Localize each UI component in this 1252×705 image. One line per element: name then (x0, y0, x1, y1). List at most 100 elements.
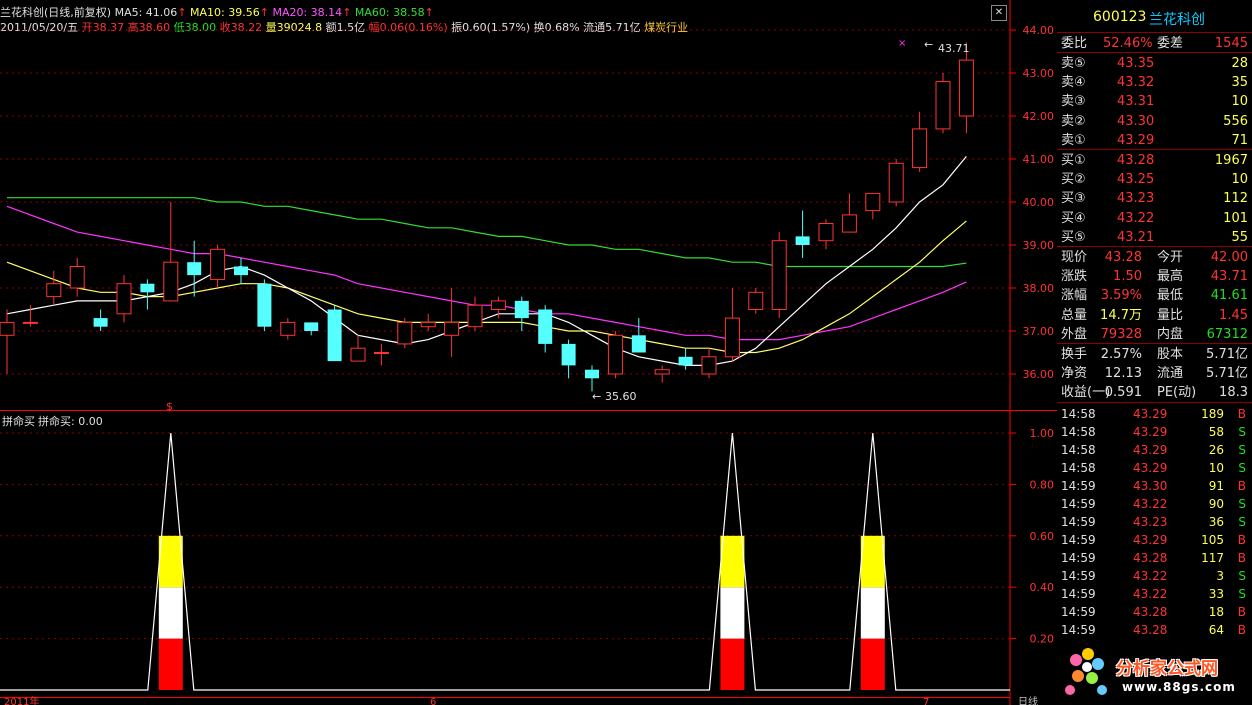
buy-volume: 101 (1223, 210, 1248, 226)
price-tick-label: 43.00 (1023, 67, 1055, 80)
panel-divider (1057, 52, 1252, 53)
trade-price: 43.23 (1133, 515, 1168, 529)
candle-body (678, 356, 693, 366)
trade-volume: 26 (1208, 443, 1224, 457)
buy-price: 43.25 (1117, 172, 1155, 188)
stock-code: 600123 (1093, 9, 1147, 25)
trade-volume: 64 (1208, 623, 1224, 637)
ma5-line (6, 156, 967, 366)
cross-marker: × (898, 38, 906, 49)
candle-body (724, 317, 740, 358)
signal-band (860, 638, 885, 690)
trade-side: B (1237, 551, 1246, 565)
sell-price: 43.31 (1117, 94, 1155, 110)
buy-volume: 112 (1223, 191, 1248, 207)
sell-level-label: 卖② (1061, 113, 1086, 129)
fund-value: 0.591 (1104, 385, 1142, 401)
buy-price: 43.22 (1117, 210, 1155, 226)
quote-label: 总量 (1061, 307, 1088, 323)
high-label: 43.71 (938, 42, 970, 55)
quote-row: 总量 14.7万 量比 1.45 (1061, 306, 1250, 325)
quote-row: 外盘 79328 内盘 67312 (1061, 325, 1250, 344)
sell-row: 卖② 43.30 556 (1061, 112, 1250, 131)
sell-level-label: 卖③ (1061, 94, 1086, 110)
trade-volume: 58 (1208, 425, 1224, 439)
low-label: 35.60 (605, 390, 637, 403)
candle-body (490, 300, 506, 310)
price-tick-label: 38.00 (1023, 282, 1055, 295)
buy-row: 买② 43.25 10 (1061, 170, 1250, 189)
signal-band (720, 638, 745, 690)
quote-label: 内盘 (1157, 326, 1184, 342)
watermark-logo: 分析家公式网 www.88gs.com (1058, 640, 1252, 705)
buy-row: 买③ 43.23 112 (1061, 189, 1250, 208)
high-arrow: ← (924, 38, 933, 51)
quote-value: 14.7万 (1100, 307, 1142, 323)
sell-volume: 28 (1231, 56, 1248, 71)
trade-price: 43.30 (1133, 479, 1168, 493)
price-ticks: 44.00 43.00 42.00 41.00 40.00 39.00 38.00 37.00… (1010, 24, 1054, 381)
buy-level-label: 买④ (1061, 210, 1086, 226)
quote-label: 最低 (1157, 288, 1184, 304)
candle-body (257, 283, 272, 327)
buy-level-label: 买⑤ (1061, 229, 1086, 245)
trade-price: 43.22 (1133, 569, 1168, 583)
candle-body (140, 283, 155, 293)
candle-body (748, 291, 764, 310)
trade-time: 14:59 (1061, 551, 1096, 565)
trade-volume: 90 (1208, 497, 1224, 511)
signal-band (158, 638, 183, 690)
panel-divider (1057, 246, 1252, 247)
candle-body (771, 240, 787, 310)
indicator-tick-label: 0.40 (1030, 581, 1055, 594)
trade-row: 14:59 43.22 3 S (1061, 567, 1250, 585)
sell-level-label: 卖④ (1061, 75, 1086, 91)
trade-volume: 10 (1208, 461, 1224, 475)
fund-label: 净资 (1061, 366, 1088, 382)
sell-price: 43.30 (1117, 113, 1155, 129)
price-tick-label: 41.00 (1023, 153, 1055, 166)
candles (0, 42, 974, 392)
trade-price: 43.29 (1133, 425, 1168, 439)
trade-row: 14:59 43.22 33 S (1061, 585, 1250, 603)
trade-side: S (1238, 461, 1246, 475)
panel-divider (1057, 402, 1252, 403)
trade-side: S (1238, 587, 1246, 601)
candle-body (116, 283, 132, 315)
candle-body (234, 266, 248, 276)
trade-price: 43.22 (1133, 497, 1168, 511)
trade-time: 14:58 (1061, 407, 1096, 421)
trade-row: 14:59 43.28 64 B (1061, 621, 1250, 639)
sell-level-label: 卖⑤ (1061, 56, 1086, 71)
trade-price: 43.22 (1133, 587, 1168, 601)
buy-price: 43.28 (1117, 153, 1155, 168)
sell-row: 卖④ 43.32 35 (1061, 73, 1250, 92)
trade-price: 43.28 (1133, 605, 1168, 619)
price-tick-label: 40.00 (1023, 196, 1055, 209)
trade-row: 14:59 43.22 90 S (1061, 495, 1250, 513)
trade-time: 14:59 (1061, 497, 1096, 511)
period-label[interactable]: 日线 (1018, 695, 1038, 705)
sell-volume: 10 (1231, 94, 1248, 110)
candle-body (654, 369, 670, 375)
trade-time: 14:58 (1061, 425, 1096, 439)
fund-label: 股本 (1157, 347, 1184, 362)
trade-side: B (1237, 407, 1246, 421)
panel-divider (1057, 149, 1252, 150)
indicator-value: 拼命买: 0.00 (38, 414, 103, 428)
trade-volume: 105 (1201, 533, 1224, 547)
sell-row: 卖① 43.29 71 (1061, 131, 1250, 150)
indicator-tick-label: 1.00 (1030, 427, 1055, 440)
candle-body (467, 304, 483, 328)
candle-body (46, 283, 62, 298)
buy-volume: 55 (1231, 229, 1248, 245)
candle-body (22, 321, 38, 324)
webi-value: 52.46% (1103, 36, 1153, 51)
trade-side: S (1238, 443, 1246, 457)
candle-body (93, 318, 108, 327)
trade-row: 14:59 43.30 91 B (1061, 477, 1250, 495)
sell-price: 43.35 (1117, 56, 1155, 71)
candle-body (912, 128, 928, 169)
trade-row: 14:58 43.29 58 S (1061, 423, 1250, 441)
candle-body (841, 214, 857, 233)
